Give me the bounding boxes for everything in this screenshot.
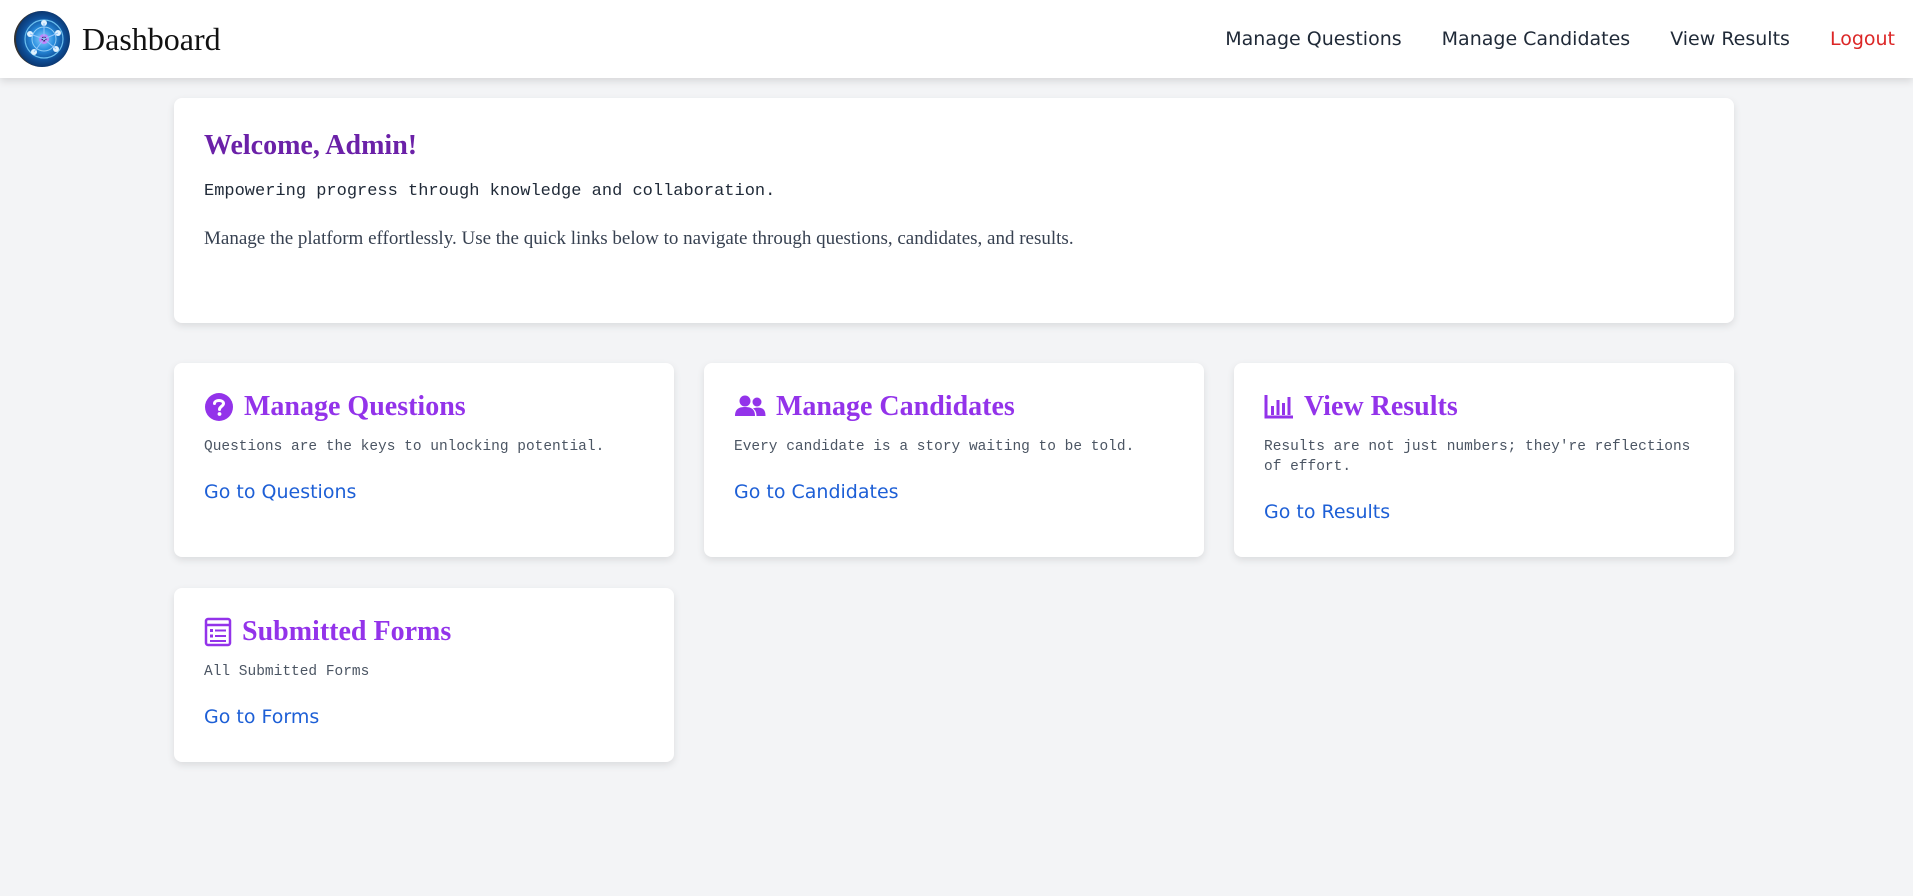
card-text: All Submitted Forms xyxy=(204,664,370,680)
card-text: Every candidate is a story waiting to be… xyxy=(734,439,1135,455)
card-title: Manage Questions xyxy=(244,391,466,422)
go-to-questions-link[interactable]: Go to Questions xyxy=(204,481,356,503)
card-text: Questions are the keys to unlocking pote… xyxy=(204,439,605,455)
card-submitted-forms: Submitted Forms All Submitted Forms Go t… xyxy=(174,588,674,762)
top-navbar: Dashboard Manage Questions Manage Candid… xyxy=(0,0,1913,78)
logout-link[interactable]: Logout xyxy=(1830,28,1895,50)
brand[interactable]: Dashboard xyxy=(14,11,221,67)
card-title: Submitted Forms xyxy=(242,616,452,647)
go-to-forms-link[interactable]: Go to Forms xyxy=(204,706,319,728)
card-title: Manage Candidates xyxy=(776,391,1015,422)
nav-manage-questions[interactable]: Manage Questions xyxy=(1225,28,1401,50)
form-list-icon xyxy=(204,617,232,647)
go-to-results-link[interactable]: Go to Results xyxy=(1264,501,1390,523)
users-icon xyxy=(735,395,766,416)
nav-manage-candidates[interactable]: Manage Candidates xyxy=(1442,28,1631,50)
nav-view-results[interactable]: View Results xyxy=(1670,28,1790,50)
go-to-candidates-link[interactable]: Go to Candidates xyxy=(734,481,899,503)
bar-chart-icon xyxy=(1264,395,1293,419)
welcome-description: Manage the platform effortlessly. Use th… xyxy=(204,228,1074,249)
welcome-panel: Welcome, Admin! Empowering progress thro… xyxy=(174,98,1734,323)
card-manage-questions: Manage Questions Questions are the keys … xyxy=(174,363,674,557)
question-circle-icon xyxy=(205,393,233,421)
welcome-heading: Welcome, Admin! xyxy=(204,130,418,161)
card-text: Results are not just numbers; they're re… xyxy=(1264,439,1691,475)
card-title: View Results xyxy=(1304,391,1458,422)
welcome-tagline: Empowering progress through knowledge an… xyxy=(204,182,776,201)
page-title: Dashboard xyxy=(82,20,221,57)
logo xyxy=(14,11,70,67)
card-view-results: View Results Results are not just number… xyxy=(1234,363,1734,557)
nav-links: Manage Questions Manage Candidates View … xyxy=(1185,28,1895,50)
card-manage-candidates: Manage Candidates Every candidate is a s… xyxy=(704,363,1204,557)
